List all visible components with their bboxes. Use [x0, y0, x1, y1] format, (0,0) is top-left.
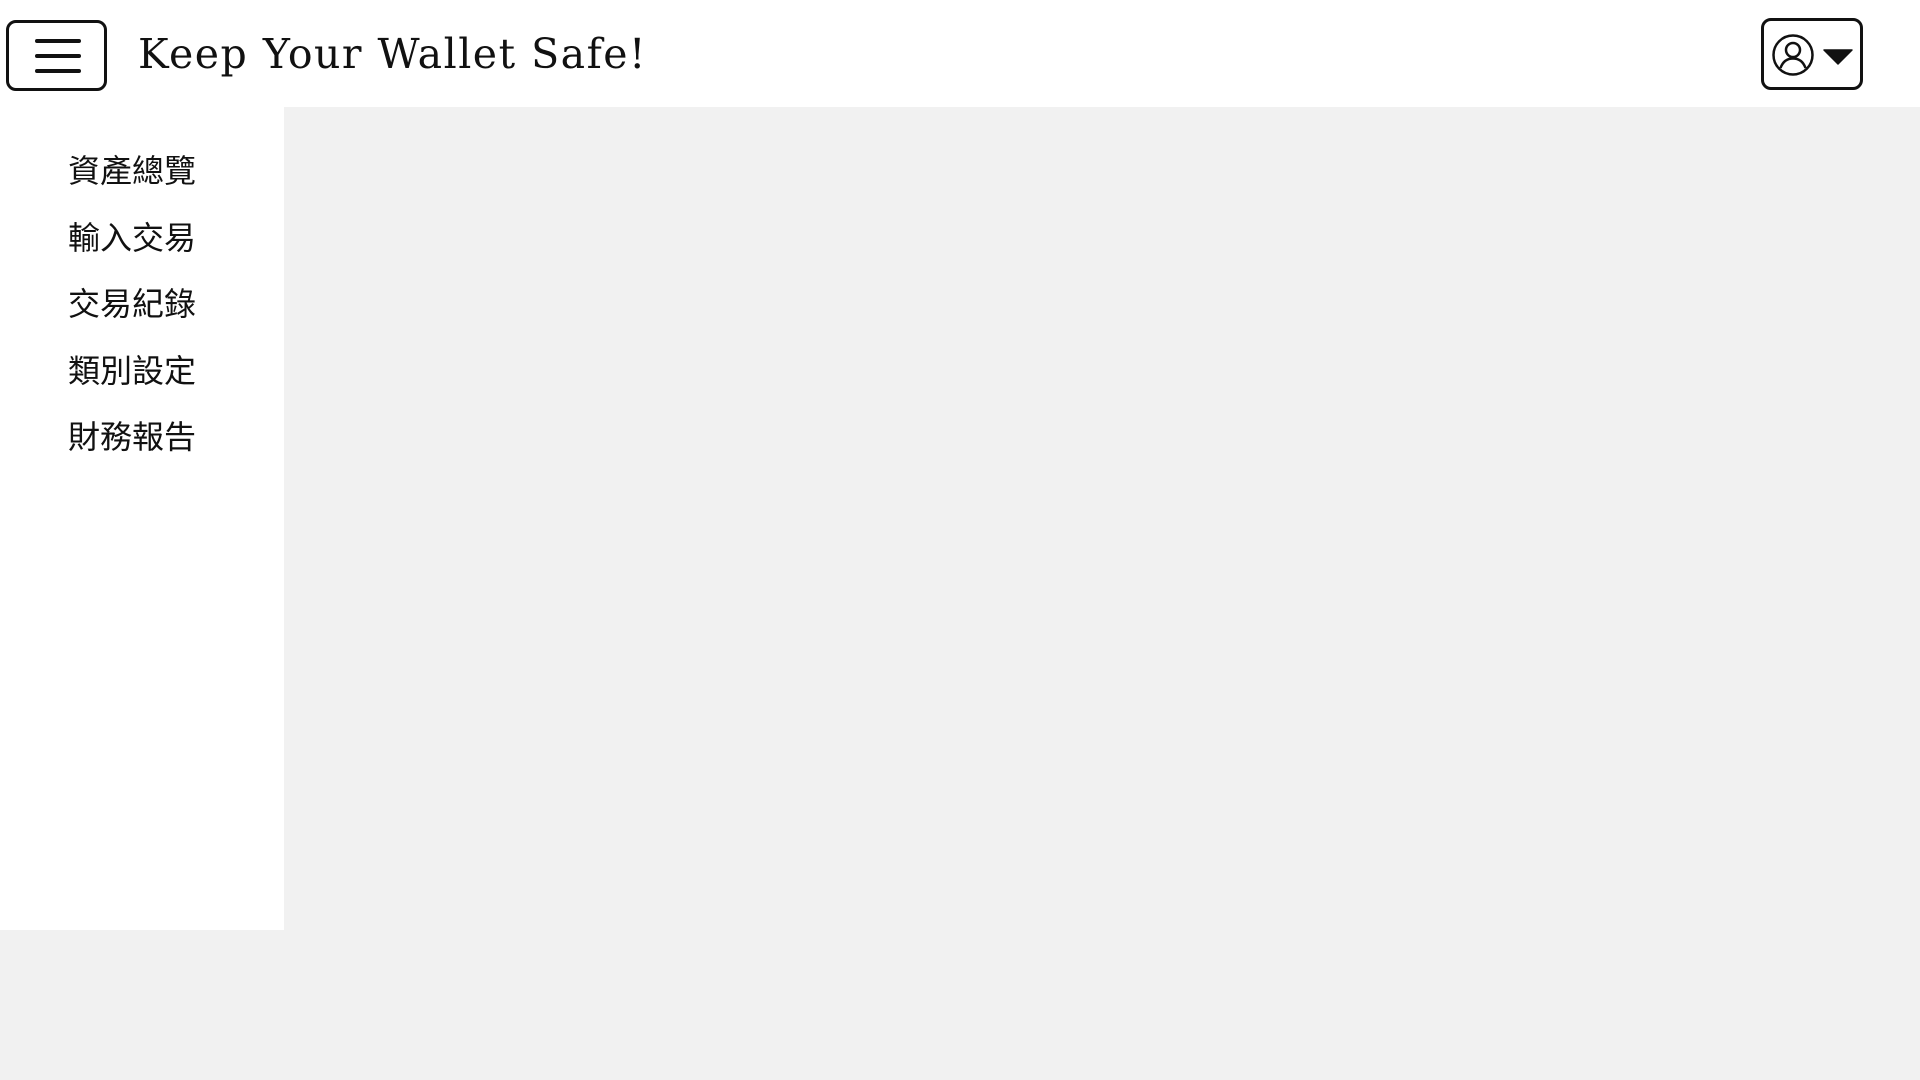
sidebar-item-category-settings[interactable]: 類別設定: [68, 349, 196, 416]
user-circle-icon: [1772, 34, 1814, 76]
top-navbar: Keep Your Wallet Safe!: [0, 0, 1920, 107]
app-title: Keep Your Wallet Safe!: [138, 30, 648, 78]
sidebar-nav-list: 資產總覽 輸入交易 交易紀錄 類別設定 財務報告: [68, 149, 196, 482]
sidebar: 資產總覽 輸入交易 交易紀錄 類別設定 財務報告: [0, 107, 284, 930]
caret-down-icon: [1823, 49, 1853, 65]
sidebar-item-assets-overview[interactable]: 資產總覽: [68, 149, 196, 216]
sidebar-item-financial-reports[interactable]: 財務報告: [68, 415, 196, 482]
user-menu-button[interactable]: [1761, 18, 1863, 90]
menu-toggle-button[interactable]: [6, 20, 107, 91]
sidebar-item-transaction-records[interactable]: 交易紀錄: [68, 282, 196, 349]
hamburger-menu-icon-bar: [35, 54, 81, 58]
hamburger-menu-icon-bar: [35, 69, 81, 73]
main-content-area: [284, 107, 1920, 1080]
hamburger-menu-icon: [35, 39, 81, 43]
sidebar-item-enter-transaction[interactable]: 輸入交易: [68, 216, 196, 283]
